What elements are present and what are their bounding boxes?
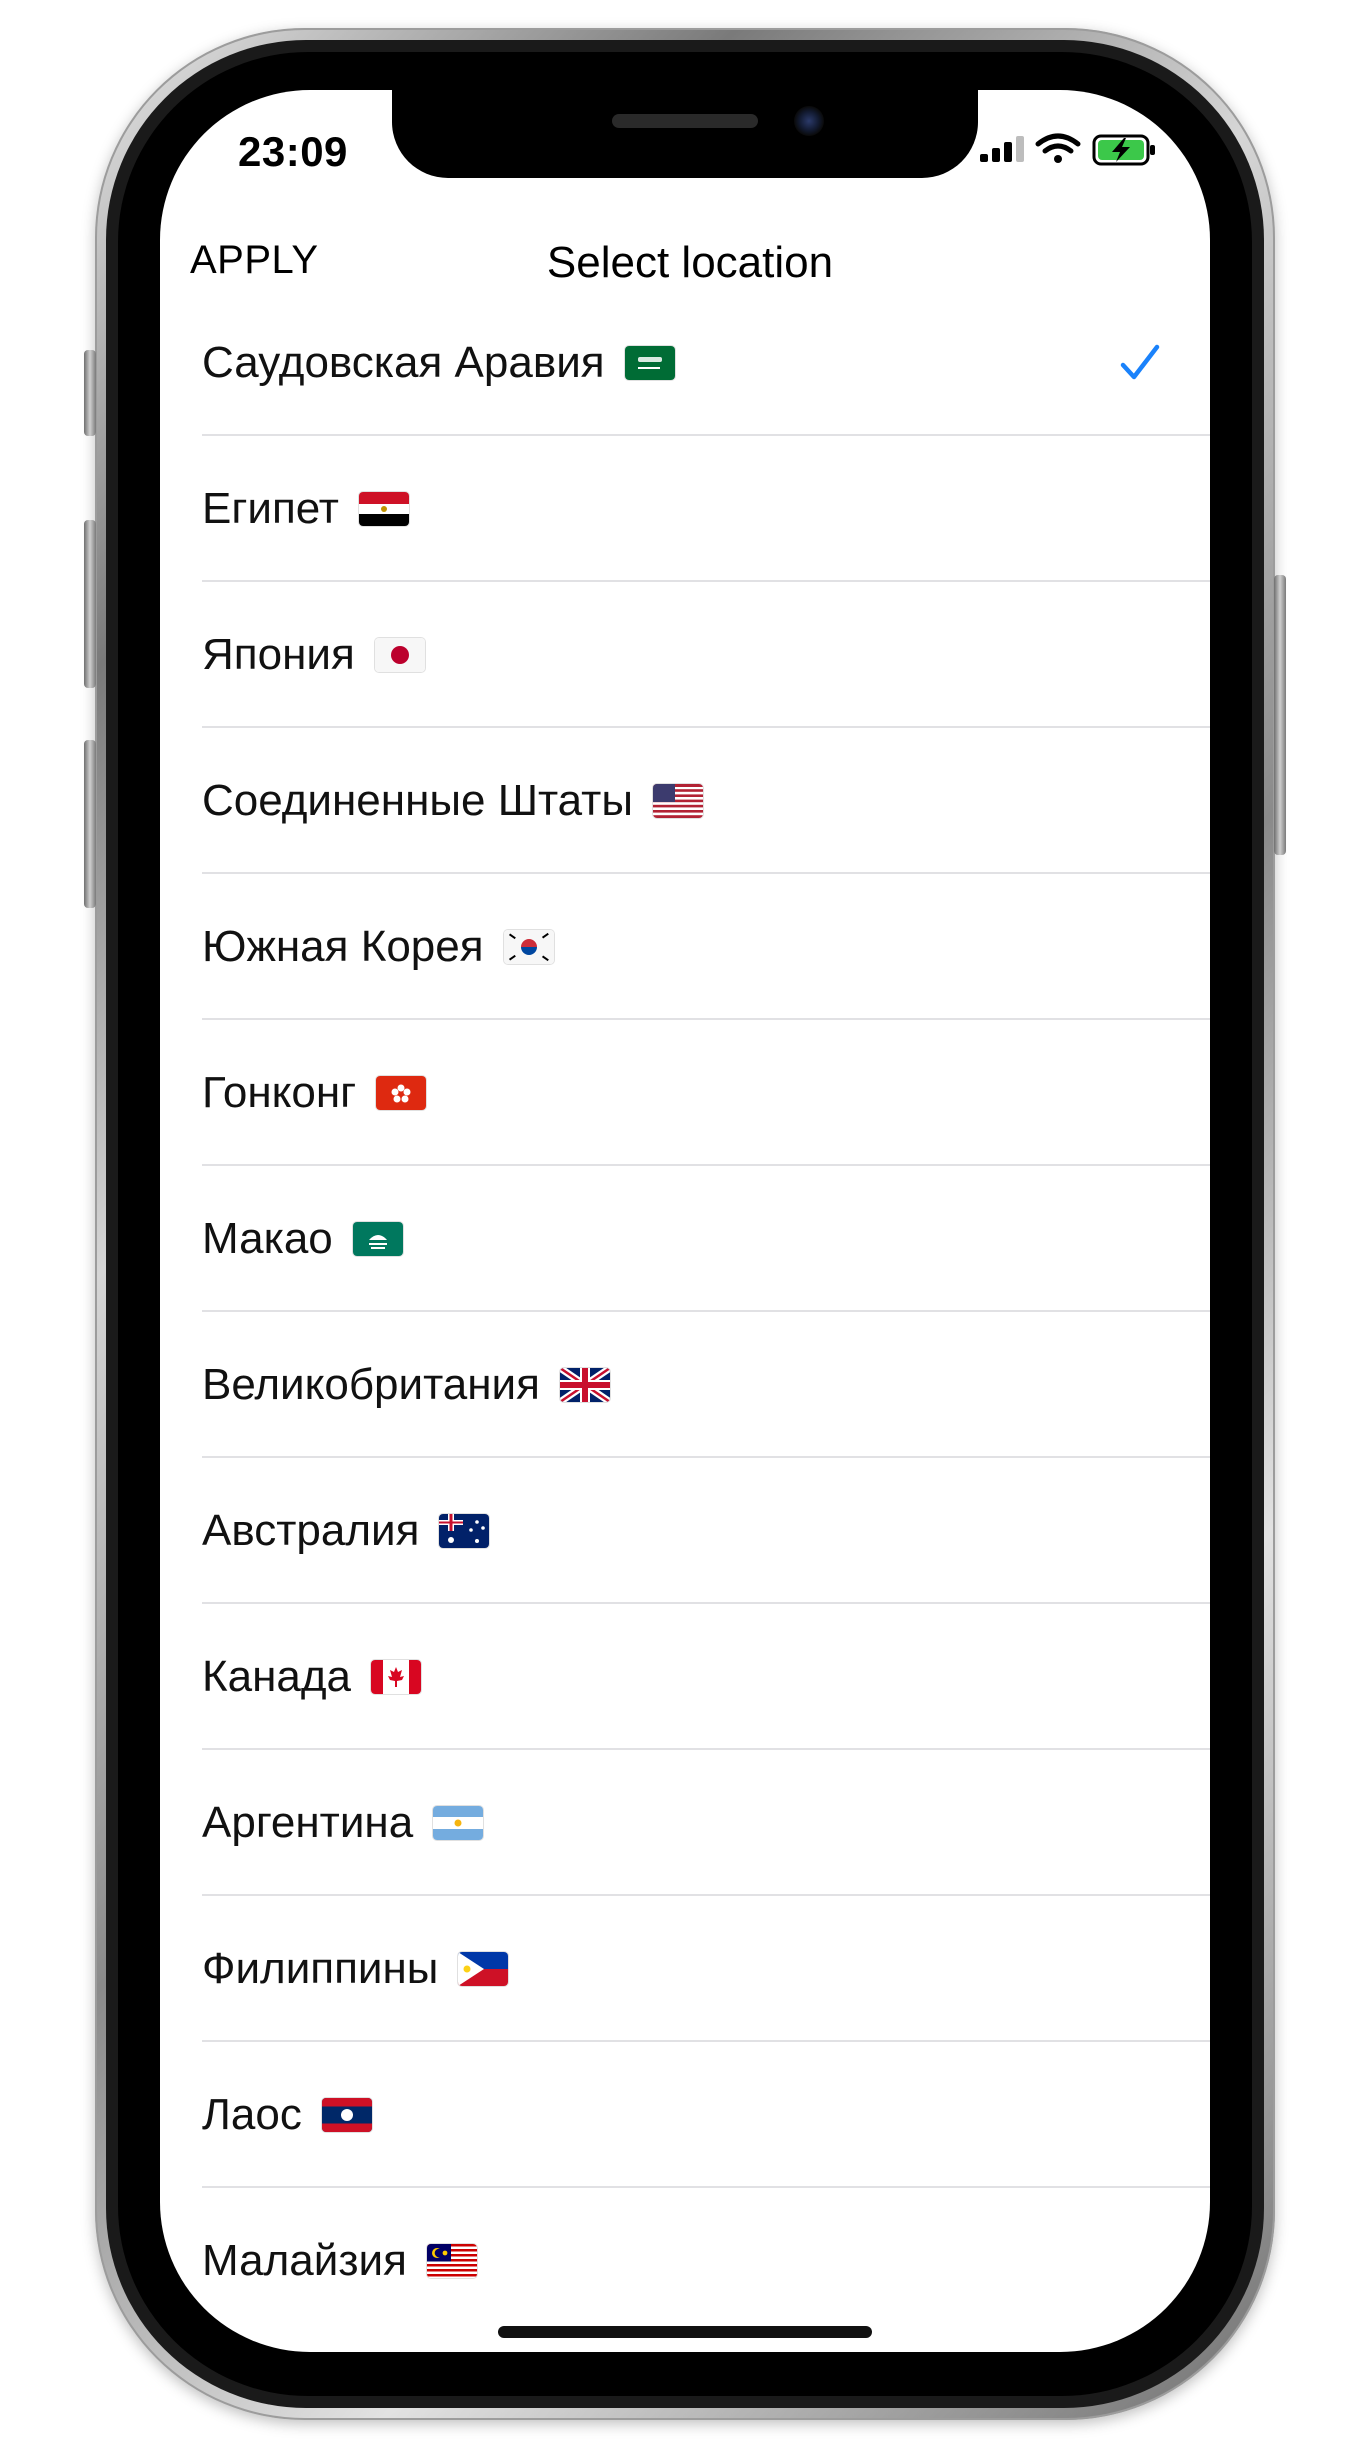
- volume-down-button: [84, 740, 96, 908]
- location-label-wrap: Египет: [202, 484, 409, 534]
- location-label-wrap: Гонконг: [202, 1068, 427, 1118]
- location-label: Гонконг: [202, 1068, 357, 1117]
- mute-switch: [84, 350, 96, 436]
- location-label: Соединенные Штаты: [202, 776, 633, 825]
- status-icons-svg: [980, 133, 1155, 166]
- uk-flag-icon: [559, 1368, 610, 1402]
- phone-screen: 23:09 APPLY Select location Саудовская А…: [160, 90, 1210, 2352]
- location-item-macau[interactable]: Макао: [160, 1166, 1210, 1312]
- location-item-united-kingdom[interactable]: Великобритания: [160, 1312, 1210, 1458]
- location-label: Австралия: [202, 1506, 420, 1555]
- wifi-icon: [1035, 133, 1081, 163]
- location-label: Филиппины: [202, 1944, 439, 1993]
- battery-charging-icon: [1092, 134, 1155, 166]
- saudi-arabia-flag-icon: [624, 346, 675, 380]
- laos-flag-icon: [321, 2098, 372, 2132]
- checkmark-icon: [1118, 341, 1162, 385]
- hong-kong-flag-icon: [376, 1076, 427, 1110]
- volume-up-button: [84, 520, 96, 688]
- egypt-flag-icon: [358, 492, 409, 526]
- location-item-malaysia[interactable]: Малайзия: [160, 2188, 1210, 2334]
- status-icons: [970, 124, 1170, 172]
- location-label-wrap: Австралия: [202, 1506, 490, 1556]
- location-item-united-states[interactable]: Соединенные Штаты: [160, 728, 1210, 874]
- location-item-egypt[interactable]: Египет: [160, 436, 1210, 582]
- page-title: Select location: [546, 238, 834, 287]
- front-camera: [794, 106, 824, 136]
- location-label-wrap: Канада: [202, 1652, 422, 1702]
- location-item-laos[interactable]: Лаос: [160, 2042, 1210, 2188]
- usa-flag-icon: [652, 784, 703, 818]
- malaysia-flag-icon: [426, 2244, 477, 2278]
- philippines-flag-icon: [458, 1952, 509, 1986]
- location-label-wrap: Япония: [202, 630, 425, 680]
- location-label-wrap: Аргентина: [202, 1798, 484, 1848]
- cellular-signal-icon: [980, 136, 1024, 162]
- location-label: Малайзия: [202, 2236, 407, 2285]
- location-label-wrap: Южная Корея: [202, 922, 554, 972]
- japan-flag-icon: [374, 638, 425, 672]
- location-item-argentina[interactable]: Аргентина: [160, 1750, 1210, 1896]
- australia-flag-icon: [439, 1514, 490, 1548]
- location-label-wrap: Соединенные Штаты: [202, 776, 703, 826]
- location-label: Аргентина: [202, 1798, 414, 1847]
- location-list: Саудовская Аравия Египет Япония Соединен…: [160, 290, 1210, 2334]
- home-indicator[interactable]: [498, 2326, 872, 2338]
- location-label-wrap: Саудовская Аравия: [202, 338, 675, 388]
- location-label-wrap: Филиппины: [202, 1944, 509, 1994]
- location-label: Саудовская Аравия: [202, 338, 605, 387]
- location-label: Египет: [202, 484, 339, 533]
- location-item-australia[interactable]: Австралия: [160, 1458, 1210, 1604]
- south-korea-flag-icon: [503, 930, 554, 964]
- argentina-flag-icon: [433, 1806, 484, 1840]
- location-item-japan[interactable]: Япония: [160, 582, 1210, 728]
- location-label-wrap: Великобритания: [202, 1360, 610, 1410]
- location-label-wrap: Макао: [202, 1214, 403, 1264]
- location-label: Лаос: [202, 2090, 302, 2139]
- location-label: Великобритания: [202, 1360, 540, 1409]
- earpiece-speaker: [612, 114, 758, 128]
- location-label: Канада: [202, 1652, 352, 1701]
- location-item-south-korea[interactable]: Южная Корея: [160, 874, 1210, 1020]
- notch: [392, 90, 978, 178]
- location-item-philippines[interactable]: Филиппины: [160, 1896, 1210, 2042]
- location-label-wrap: Малайзия: [202, 2236, 477, 2286]
- location-label: Макао: [202, 1214, 333, 1263]
- location-label: Южная Корея: [202, 922, 484, 971]
- location-label: Япония: [202, 630, 355, 679]
- canada-flag-icon: [371, 1660, 422, 1694]
- location-item-hong-kong[interactable]: Гонконг: [160, 1020, 1210, 1166]
- location-item-saudi-arabia[interactable]: Саудовская Аравия: [160, 290, 1210, 436]
- status-time: 23:09: [238, 128, 348, 175]
- macau-flag-icon: [352, 1222, 403, 1256]
- power-button: [1274, 575, 1286, 855]
- location-item-canada[interactable]: Канада: [160, 1604, 1210, 1750]
- location-label-wrap: Лаос: [202, 2090, 372, 2140]
